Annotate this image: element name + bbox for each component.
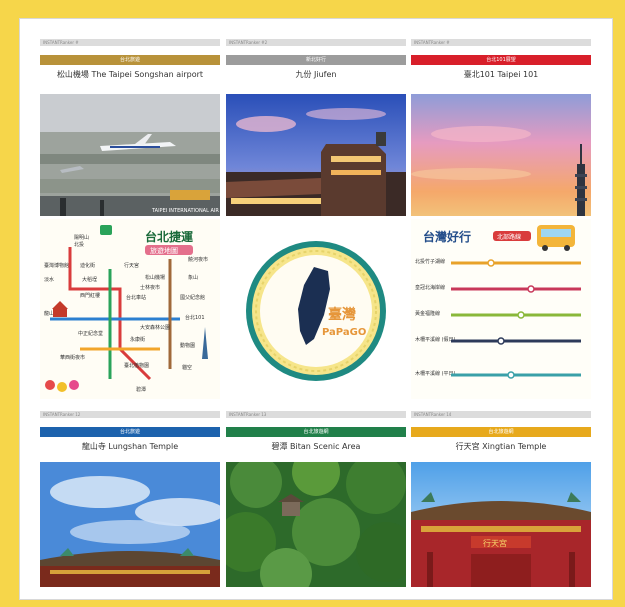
card-meta: INSTANTRanker 13: [226, 411, 406, 418]
bus-route-label: 北投竹子湖線: [415, 258, 445, 265]
card-meta: INSTANTRanker 14: [411, 411, 591, 418]
station-label: 陽明山: [74, 234, 89, 241]
airport-sign-text: TAIPEI INTERNATIONAL AIR: [151, 208, 219, 214]
category-badge: 台北旅遊網: [226, 427, 406, 437]
category-badge: 台北旅遊: [40, 55, 220, 65]
category-badge: 台北101展望: [411, 55, 591, 65]
station-label: 華西街夜市: [60, 354, 85, 361]
category-badge: 台北旅遊網: [411, 427, 591, 437]
station-label: 松山機場: [145, 274, 165, 281]
station-label: 台北101: [185, 314, 205, 321]
card-meta: INSTANTRanker #: [411, 39, 591, 46]
card-title: 九份 Jiufen: [295, 70, 337, 79]
bus-route-label: 木柵平溪線 (平日): [415, 370, 456, 377]
bus-title: 台灣好行: [423, 229, 471, 244]
station-label: 饒河夜市: [188, 256, 208, 263]
station-label: 貓空: [182, 364, 192, 371]
category-badge: 新北好行: [226, 55, 406, 65]
card-title: 碧潭 Bitan Scenic Area: [271, 442, 361, 451]
xingtian-photo: 行天宮: [411, 462, 591, 587]
station-label: 行天宮: [124, 262, 139, 269]
card-bitan[interactable]: INSTANTRanker 13 台北旅遊網 碧潭 Bitan Scenic A…: [226, 411, 406, 453]
bus-route-label: 皇冠北海岸線: [415, 284, 445, 291]
card-jiufen[interactable]: INSTANTRanker #2 新北好行 九份 Jiufen: [226, 39, 406, 81]
station-label: 象山: [188, 274, 198, 281]
station-label: 迪化街: [80, 262, 95, 269]
station-label: 動物園: [180, 342, 195, 349]
metro-map-card[interactable]: 台北捷運 旅遊地圖 陽明山 北投 臺灣博物館 迪化街 行天宮 松山機場 大稻埕 …: [40, 219, 220, 399]
card-meta: INSTANTRanker 12: [40, 411, 220, 418]
taipei101-photo: [411, 94, 591, 216]
jiufen-photo: [226, 94, 406, 216]
card-title: 松山機場 The Taipei Songshan airport: [56, 70, 204, 79]
station-label: 臺北植物園: [124, 362, 149, 369]
station-label: 國父紀念館: [180, 294, 205, 301]
metro-title: 台北捷運: [145, 229, 193, 244]
bus-route-label: 黃金福隆線: [415, 310, 440, 317]
card-lungshan[interactable]: INSTANTRanker 12 台北旅遊 龍山寺 Lungshan Templ…: [40, 411, 220, 453]
gallery-sheet: INSTANTRanker # 台北旅遊 松山機場 The Taipei Son…: [19, 18, 613, 600]
category-badge: 台北旅遊: [40, 427, 220, 437]
airport-photo: TAIPEI INTERNATIONAL AIR: [40, 94, 220, 216]
metro-subtitle: 旅遊地圖: [150, 246, 178, 255]
card-meta: INSTANTRanker #2: [226, 39, 406, 46]
card-title: 臺北101 Taipei 101: [463, 70, 539, 79]
station-label: 淡水: [44, 276, 54, 283]
temple-plaque: 行天宮: [483, 538, 507, 548]
station-label: 大稻埕: [82, 276, 97, 283]
station-label: 西門紅樓: [80, 292, 100, 299]
papago-name-zh: 臺灣: [328, 306, 356, 323]
papago-name-en: PaPaGO: [322, 327, 366, 338]
station-label: 士林夜市: [140, 284, 160, 291]
bus-routes-card[interactable]: 台灣好行 北部路線 北投竹子湖線 皇冠北海岸線 黃金福隆線 木柵平溪線 (假日)…: [411, 219, 591, 399]
station-label: 永康街: [130, 336, 145, 343]
station-label: 中正紀念堂: [78, 330, 103, 337]
bus-tag: 北部路線: [497, 233, 521, 241]
station-label: 碧潭: [136, 386, 146, 393]
card-taipei101[interactable]: INSTANTRanker # 台北101展望 臺北101 Taipei 101: [411, 39, 591, 81]
station-label: 台北車站: [126, 294, 146, 301]
station-label: 臺灣博物館: [44, 262, 69, 269]
station-label: 北投: [74, 241, 84, 248]
station-label: 大安森林公園: [140, 324, 170, 331]
bus-route-label: 木柵平溪線 (假日): [415, 336, 456, 343]
card-title: 龍山寺 Lungshan Temple: [81, 442, 179, 451]
bitan-photo: [226, 462, 406, 587]
papago-logo-card[interactable]: 臺灣 PaPaGO: [226, 219, 406, 399]
page: { "colors": {"page_bg":"#f6d64a","gold":…: [0, 0, 625, 607]
card-xingtian[interactable]: INSTANTRanker 14 台北旅遊網 行天宮 Xingtian Temp…: [411, 411, 591, 453]
card-title: 行天宮 Xingtian Temple: [455, 442, 547, 451]
card-meta: INSTANTRanker #: [40, 39, 220, 46]
lungshan-photo: [40, 462, 220, 587]
card-songshan[interactable]: INSTANTRanker # 台北旅遊 松山機場 The Taipei Son…: [40, 39, 220, 81]
